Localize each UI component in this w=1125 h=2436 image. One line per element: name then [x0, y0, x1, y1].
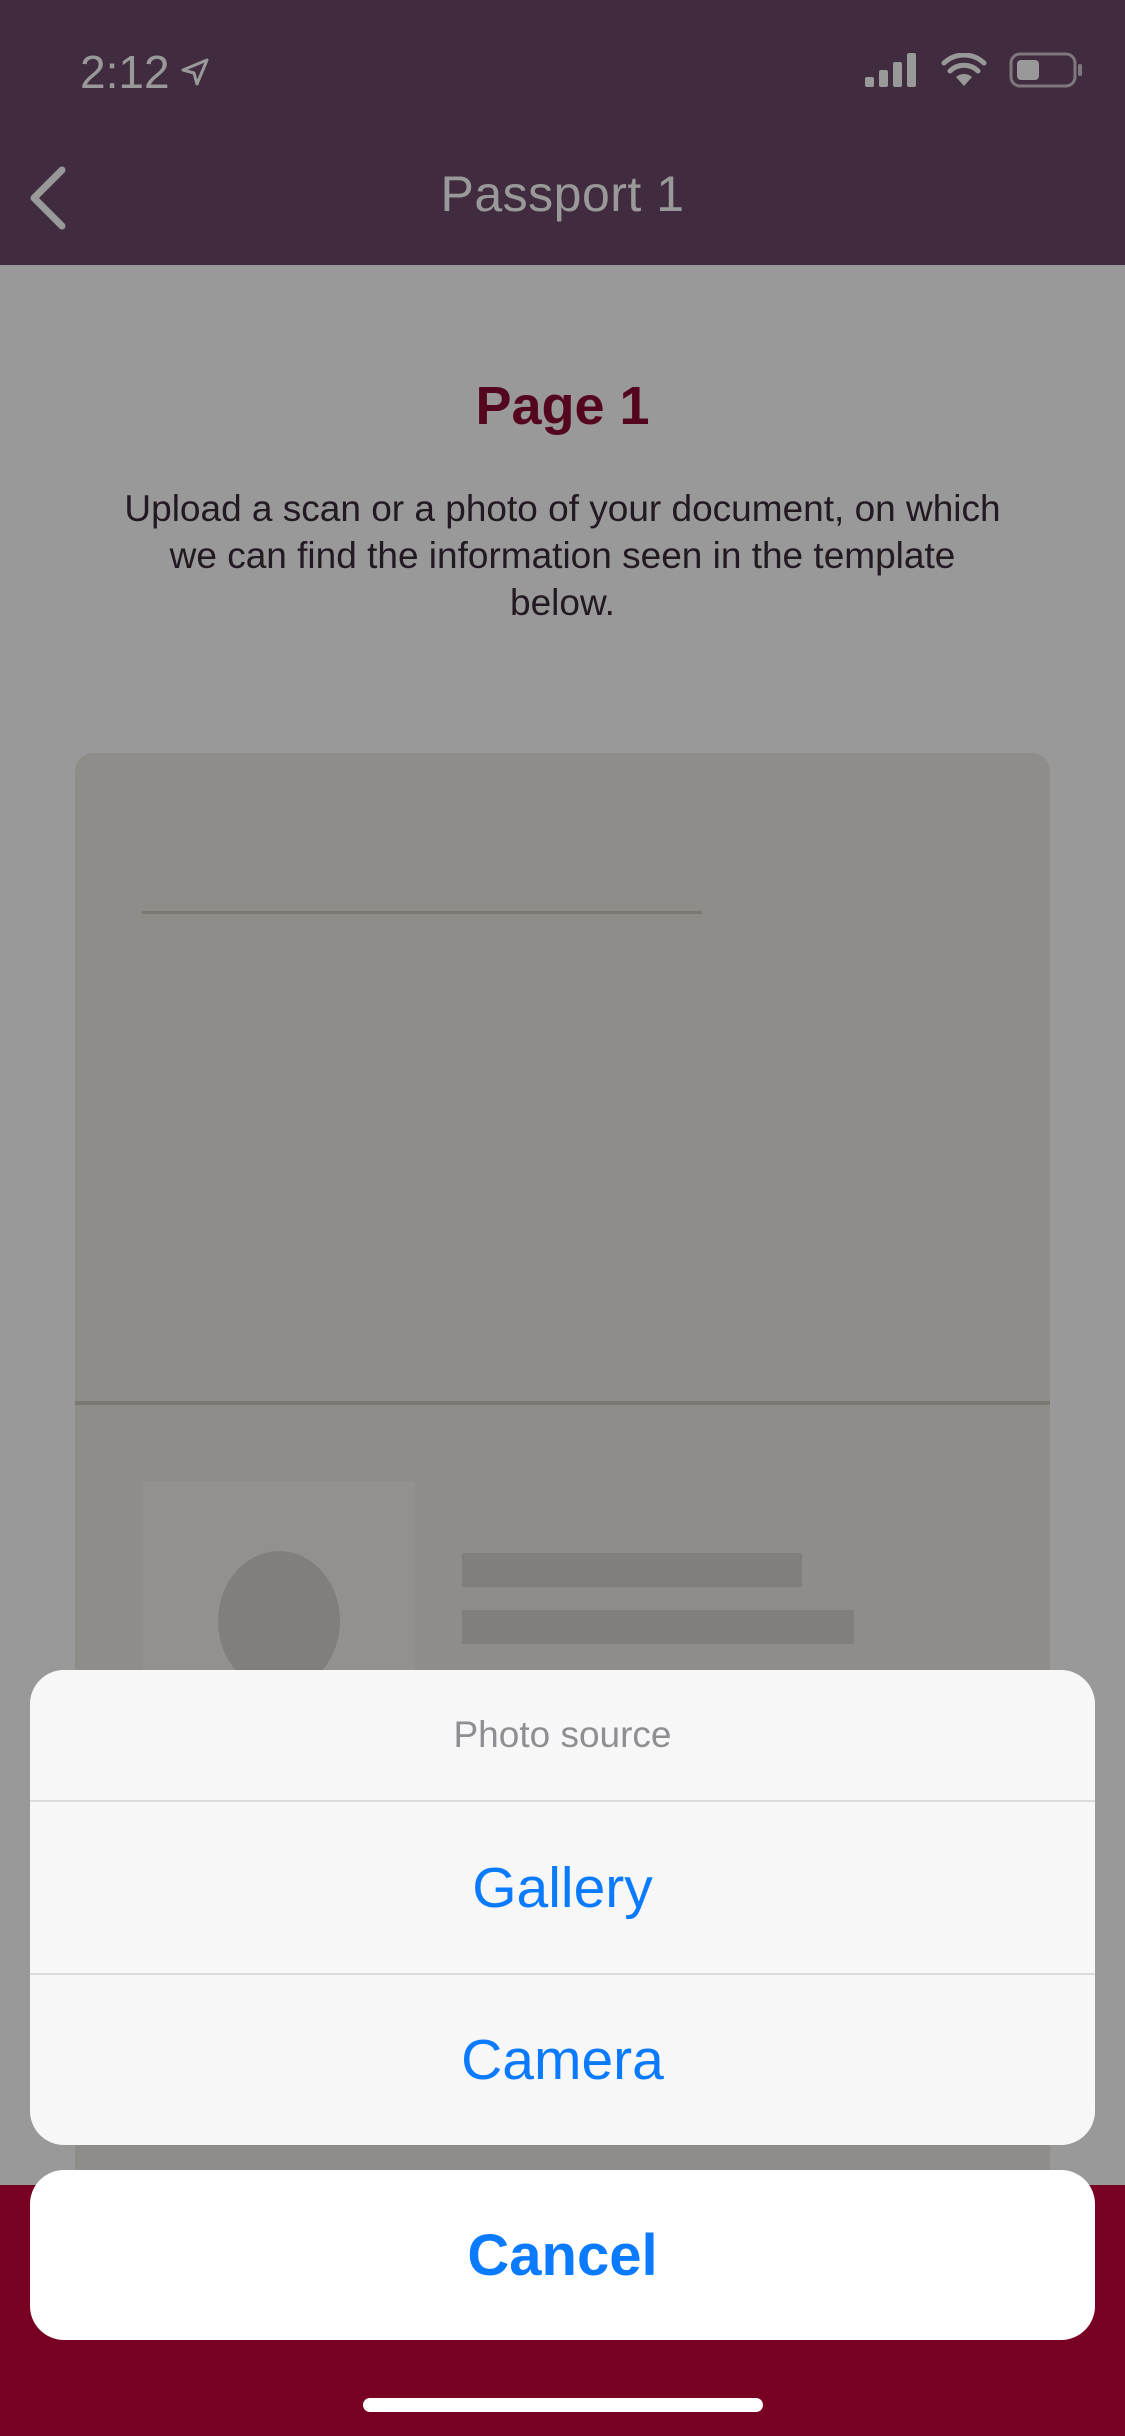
- action-sheet-title: Photo source: [30, 1670, 1095, 1802]
- action-sheet: Photo source Gallery Camera: [30, 1670, 1095, 2145]
- home-indicator: [363, 2398, 763, 2412]
- cancel-button[interactable]: Cancel: [30, 2170, 1095, 2340]
- gallery-button[interactable]: Gallery: [30, 1802, 1095, 1973]
- camera-button[interactable]: Camera: [30, 1973, 1095, 2144]
